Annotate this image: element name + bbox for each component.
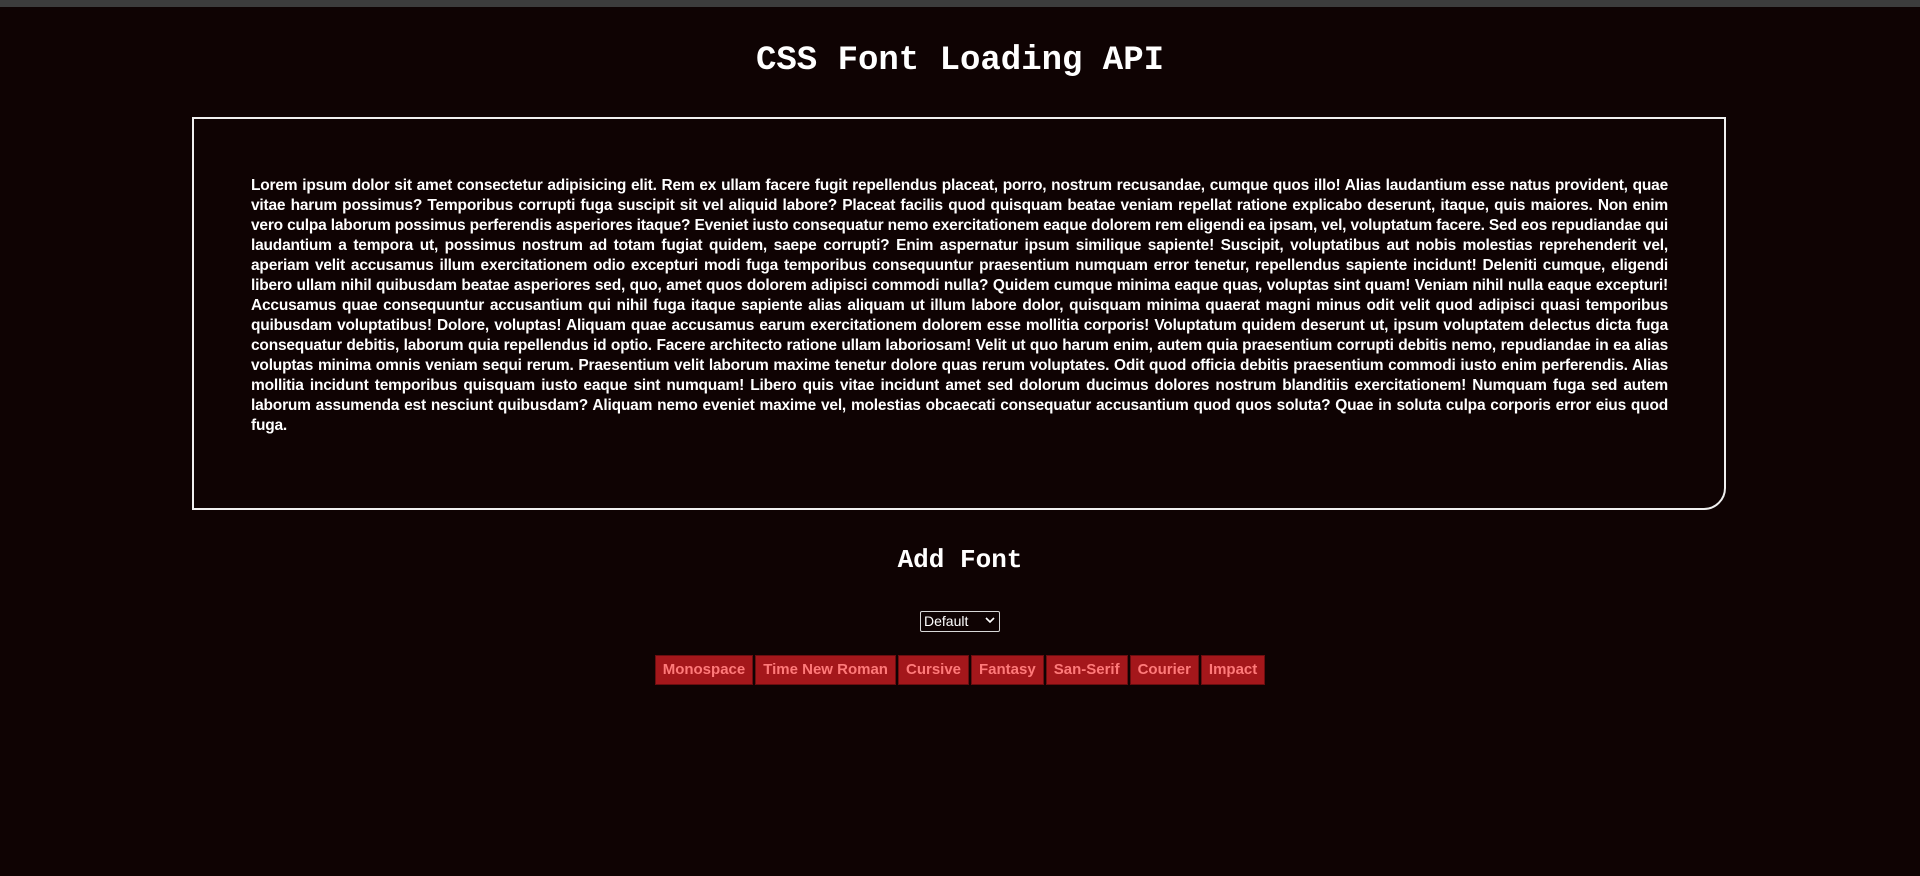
fantasy-button[interactable]: Fantasy — [971, 655, 1044, 685]
font-button-group: Monospace Time New Roman Cursive Fantasy… — [0, 655, 1920, 685]
monospace-button[interactable]: Monospace — [654, 655, 754, 685]
sans-serif-button[interactable]: San-Serif — [1045, 655, 1128, 685]
sample-text-panel: Lorem ipsum dolor sit amet consectetur a… — [192, 117, 1726, 510]
sample-text: Lorem ipsum dolor sit amet consectetur a… — [251, 177, 1668, 434]
font-select-value: Default — [924, 613, 969, 629]
font-select[interactable]: Default — [920, 611, 1000, 632]
times-new-roman-button[interactable]: Time New Roman — [755, 655, 896, 685]
page-title: CSS Font Loading API — [755, 42, 1165, 80]
add-font-heading: Add Font — [897, 545, 1023, 575]
courier-button[interactable]: Courier — [1129, 655, 1199, 685]
browser-top-strip — [0, 0, 1920, 7]
chevron-down-icon — [985, 612, 995, 631]
cursive-button[interactable]: Cursive — [897, 655, 970, 685]
chevron-down-icon-glyph — [985, 617, 995, 624]
impact-button[interactable]: Impact — [1200, 655, 1266, 685]
